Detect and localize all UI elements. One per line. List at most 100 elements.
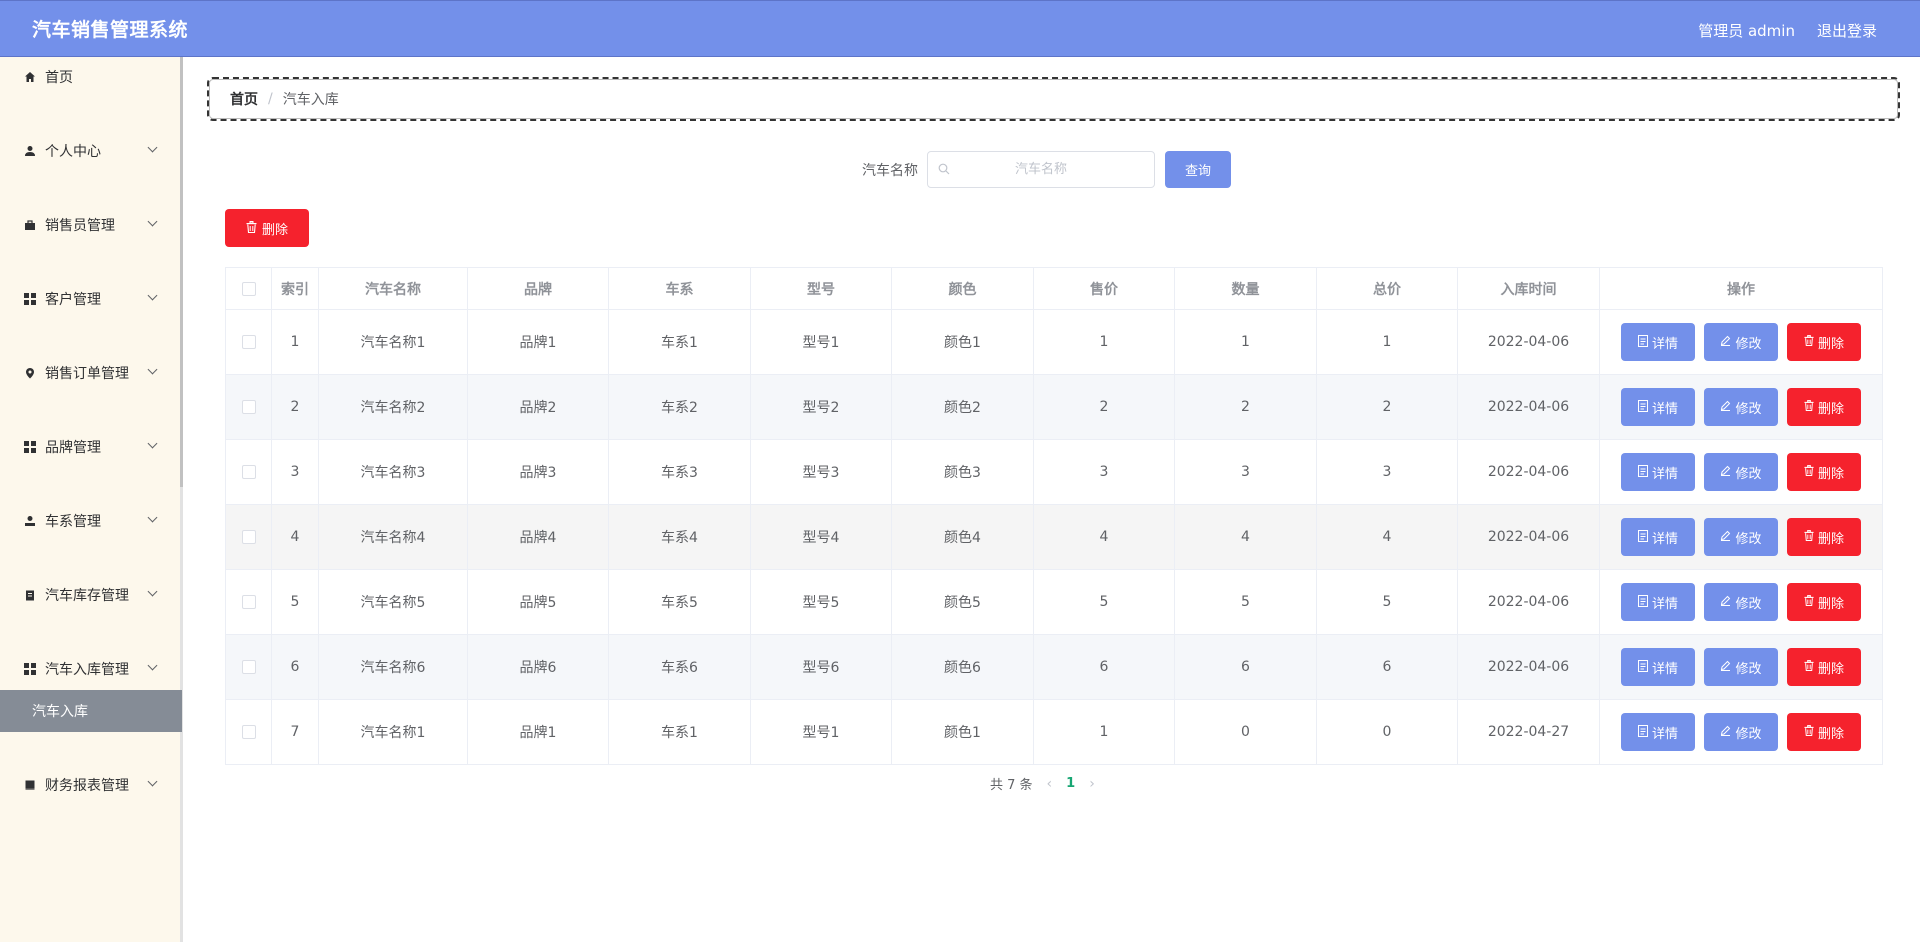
edit-label: 修改 bbox=[1735, 726, 1762, 742]
trash-icon bbox=[1804, 335, 1814, 349]
user-icon bbox=[24, 145, 36, 157]
table-row[interactable]: 7 汽车名称1 品牌1 车系1 型号1 颜色1 1 0 0 2022-04-27 详情 修改 删除 bbox=[225, 699, 1883, 765]
sidebar-item-home[interactable]: 首页 bbox=[0, 57, 180, 97]
delete-button[interactable]: 删除 bbox=[1787, 453, 1861, 491]
cell-index: 1 bbox=[271, 309, 319, 375]
row-checkbox[interactable] bbox=[241, 725, 256, 739]
sidebar-scrollbar[interactable] bbox=[180, 57, 183, 487]
edit-button[interactable]: 修改 bbox=[1704, 323, 1778, 361]
detail-button[interactable]: 详情 bbox=[1621, 323, 1695, 361]
delete-button[interactable]: 删除 bbox=[1787, 713, 1861, 751]
chevron-right-icon[interactable]: › bbox=[1089, 776, 1095, 792]
edit-icon bbox=[1720, 595, 1731, 609]
edit-label: 修改 bbox=[1735, 466, 1762, 482]
sidebar-subitem-stock-in[interactable]: 汽车入库 bbox=[0, 690, 182, 732]
table-row[interactable]: 5 汽车名称5 品牌5 车系5 型号5 颜色5 5 5 5 2022-04-06 详情 修改 删除 bbox=[225, 569, 1883, 635]
row-checkbox[interactable] bbox=[241, 335, 256, 349]
table-row[interactable]: 6 汽车名称6 品牌6 车系6 型号6 颜色6 6 6 6 2022-04-06 详情 修改 删除 bbox=[225, 634, 1883, 700]
sidebar-item-stock-in[interactable]: 汽车入库管理 bbox=[0, 649, 180, 689]
pagination: 共 7 条 ‹ 1 › bbox=[990, 774, 1095, 794]
cell-total: 3 bbox=[1316, 439, 1458, 505]
document-icon bbox=[1637, 399, 1648, 415]
table-row[interactable]: 1 汽车名称1 品牌1 车系1 型号1 颜色1 1 1 1 2022-04-06 详情 修改 删除 bbox=[225, 309, 1883, 375]
edit-button[interactable]: 修改 bbox=[1704, 583, 1778, 621]
document-icon bbox=[1637, 594, 1648, 610]
cell-brand: 品牌6 bbox=[467, 634, 609, 700]
edit-button[interactable]: 修改 bbox=[1704, 713, 1778, 751]
edit-icon bbox=[1720, 465, 1731, 479]
chevron-left-icon[interactable]: ‹ bbox=[1047, 776, 1053, 792]
table-row[interactable]: 4 汽车名称4 品牌4 车系4 型号4 颜色4 4 4 4 2022-04-06 详情 修改 删除 bbox=[225, 504, 1883, 570]
cell-color: 颜色3 bbox=[891, 439, 1034, 505]
page-number[interactable]: 1 bbox=[1066, 776, 1075, 791]
actions-cell: 详情 修改 删除 bbox=[1599, 504, 1883, 570]
sidebar-item-sales-order[interactable]: 销售订单管理 bbox=[0, 353, 180, 393]
chevron-down-icon bbox=[147, 660, 158, 671]
chevron-down-icon bbox=[147, 364, 158, 375]
row-checkbox[interactable] bbox=[241, 660, 256, 674]
cell-name: 汽车名称4 bbox=[318, 504, 468, 570]
breadcrumb: 首页 / 汽车入库 bbox=[207, 77, 1900, 121]
batch-delete-button[interactable]: 删除 bbox=[225, 209, 309, 247]
cell-time: 2022-04-06 bbox=[1457, 504, 1600, 570]
delete-label: 删除 bbox=[1817, 726, 1844, 742]
sidebar-item-brand[interactable]: 品牌管理 bbox=[0, 427, 180, 467]
detail-button[interactable]: 详情 bbox=[1621, 453, 1695, 491]
sidebar-item-customer[interactable]: 客户管理 bbox=[0, 279, 180, 319]
edit-button[interactable]: 修改 bbox=[1704, 648, 1778, 686]
sidebar-item-profile[interactable]: 个人中心 bbox=[0, 131, 180, 171]
sidebar-item-finance[interactable]: 财务报表管理 bbox=[0, 765, 180, 805]
document-icon bbox=[1637, 529, 1648, 545]
query-button[interactable]: 查询 bbox=[1165, 151, 1231, 188]
cell-total: 5 bbox=[1316, 569, 1458, 635]
delete-button[interactable]: 删除 bbox=[1787, 518, 1861, 556]
cell-model: 型号3 bbox=[750, 439, 892, 505]
table-row[interactable]: 3 汽车名称3 品牌3 车系3 型号3 颜色3 3 3 3 2022-04-06 详情 修改 删除 bbox=[225, 439, 1883, 505]
row-checkbox[interactable] bbox=[241, 465, 256, 479]
delete-button[interactable]: 删除 bbox=[1787, 583, 1861, 621]
cell-brand: 品牌1 bbox=[467, 309, 609, 375]
delete-label: 删除 bbox=[1817, 661, 1844, 677]
row-select-cell bbox=[225, 699, 272, 765]
row-select-cell bbox=[225, 439, 272, 505]
cell-color: 颜色4 bbox=[891, 504, 1034, 570]
trash-icon bbox=[1804, 660, 1814, 674]
delete-button[interactable]: 删除 bbox=[1787, 388, 1861, 426]
table-row[interactable]: 2 汽车名称2 品牌2 车系2 型号2 颜色2 2 2 2 2022-04-06 详情 修改 删除 bbox=[225, 374, 1883, 440]
edit-button[interactable]: 修改 bbox=[1704, 518, 1778, 556]
sidebar-item-label: 车系管理 bbox=[45, 514, 101, 530]
detail-button[interactable]: 详情 bbox=[1621, 388, 1695, 426]
cell-time: 2022-04-06 bbox=[1457, 569, 1600, 635]
detail-button[interactable]: 详情 bbox=[1621, 713, 1695, 751]
cell-total: 1 bbox=[1316, 309, 1458, 375]
trash-icon bbox=[1804, 725, 1814, 739]
edit-button[interactable]: 修改 bbox=[1704, 453, 1778, 491]
edit-button[interactable]: 修改 bbox=[1704, 388, 1778, 426]
cell-time: 2022-04-06 bbox=[1457, 439, 1600, 505]
sidebar-item-series[interactable]: 车系管理 bbox=[0, 501, 180, 541]
edit-label: 修改 bbox=[1735, 531, 1762, 547]
cell-price: 1 bbox=[1033, 699, 1175, 765]
search-field[interactable] bbox=[927, 151, 1155, 188]
app-title: 汽车销售管理系统 bbox=[32, 19, 189, 41]
row-checkbox[interactable] bbox=[241, 530, 256, 544]
search-input[interactable] bbox=[928, 152, 1154, 187]
actions-cell: 详情 修改 删除 bbox=[1599, 699, 1883, 765]
row-checkbox[interactable] bbox=[241, 400, 256, 414]
detail-button[interactable]: 详情 bbox=[1621, 583, 1695, 621]
cell-qty: 2 bbox=[1174, 374, 1317, 440]
home-icon bbox=[24, 71, 36, 83]
column-header: 型号 bbox=[750, 267, 892, 310]
sidebar-item-salesperson[interactable]: 销售员管理 bbox=[0, 205, 180, 245]
detail-button[interactable]: 详情 bbox=[1621, 648, 1695, 686]
logout-link[interactable]: 退出登录 bbox=[1817, 20, 1877, 41]
breadcrumb-home[interactable]: 首页 bbox=[230, 89, 258, 109]
select-all-checkbox[interactable] bbox=[241, 281, 256, 296]
sidebar-item-inventory[interactable]: 汽车库存管理 bbox=[0, 575, 180, 615]
row-checkbox[interactable] bbox=[241, 595, 256, 609]
chevron-down-icon bbox=[147, 512, 158, 523]
delete-button[interactable]: 删除 bbox=[1787, 323, 1861, 361]
detail-button[interactable]: 详情 bbox=[1621, 518, 1695, 556]
delete-button[interactable]: 删除 bbox=[1787, 648, 1861, 686]
cell-price: 4 bbox=[1033, 504, 1175, 570]
